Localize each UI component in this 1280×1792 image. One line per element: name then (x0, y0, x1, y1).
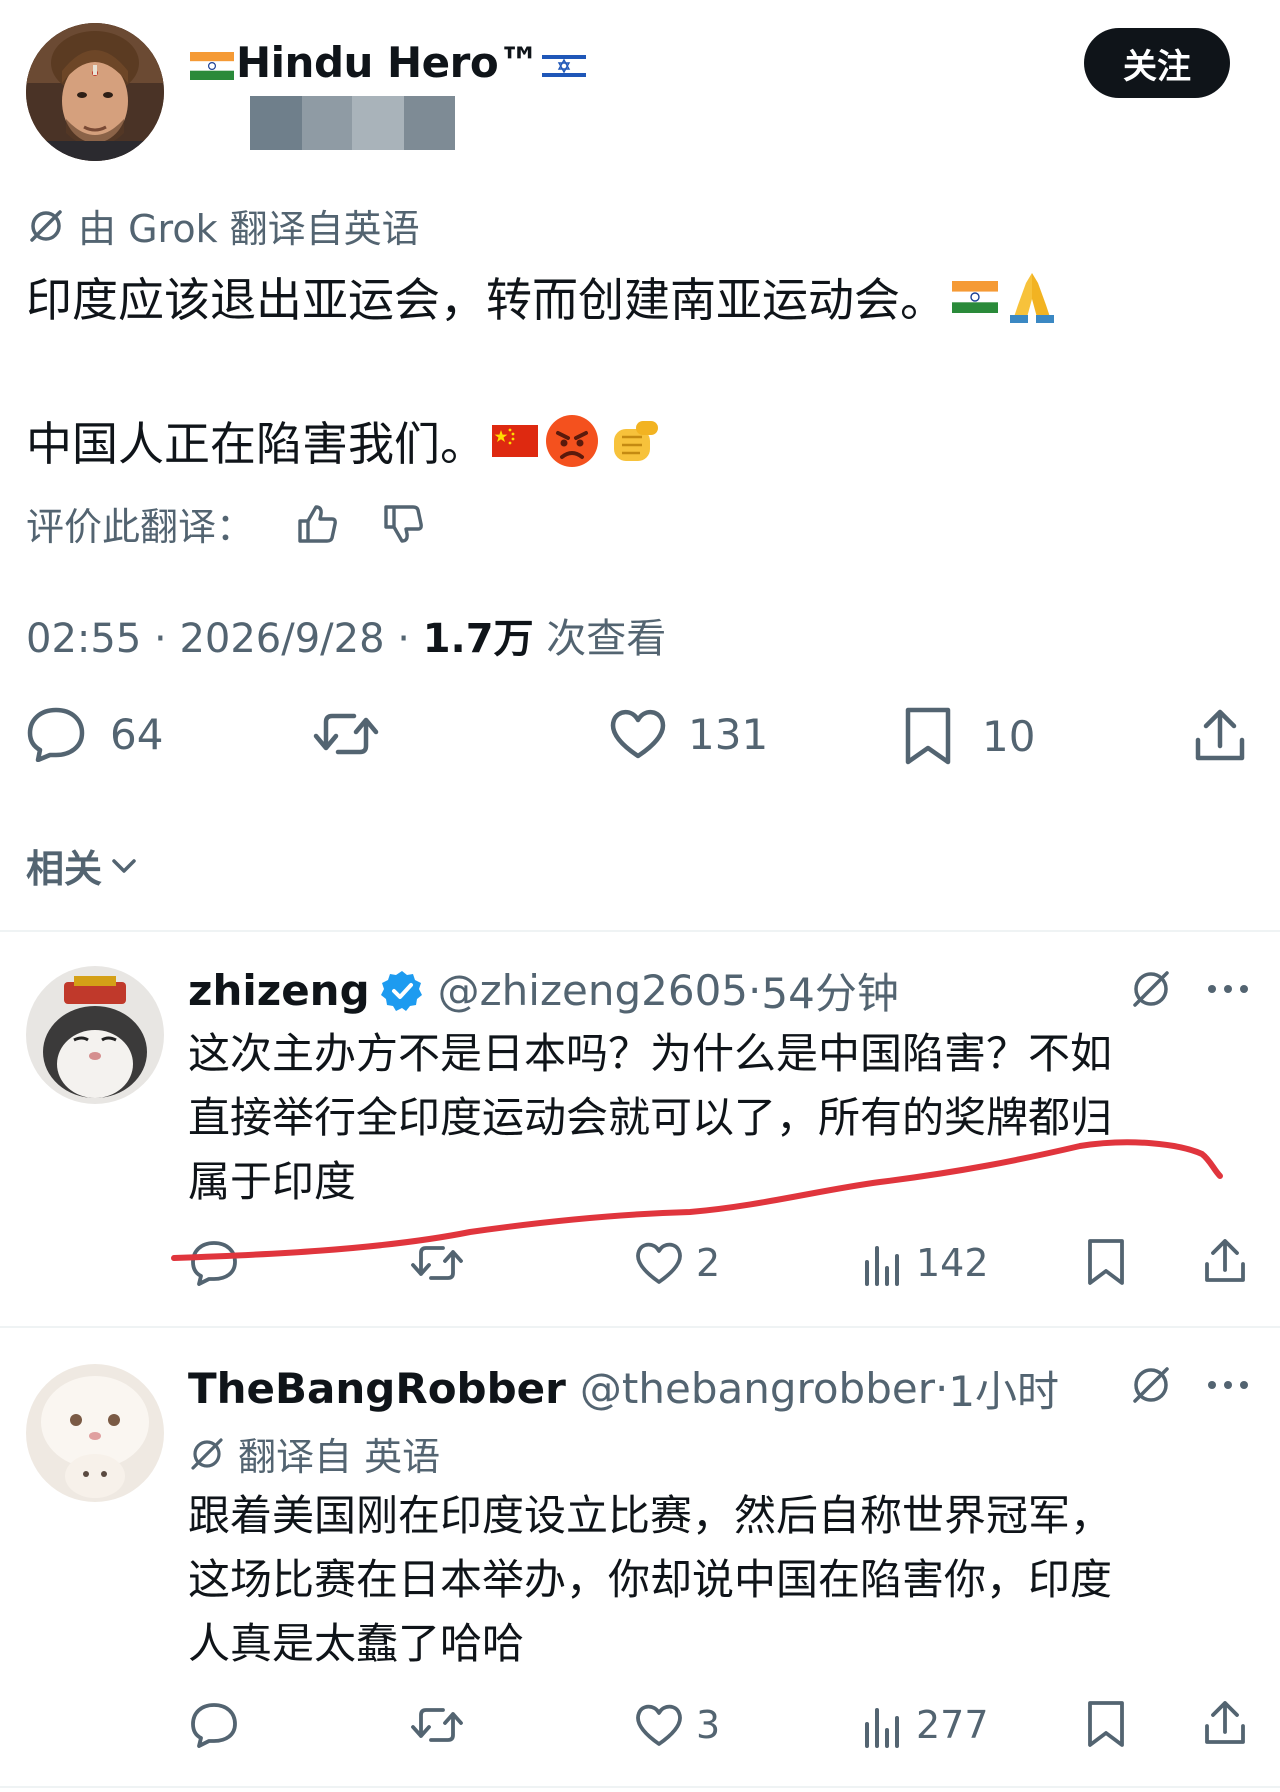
grok-icon (191, 1437, 223, 1470)
heart-icon (636, 1242, 682, 1284)
like-count: 2 (696, 1241, 721, 1285)
thumbs-down-icon[interactable] (380, 501, 426, 547)
like-count: 131 (688, 709, 769, 759)
reply-time[interactable]: 54分钟 (761, 960, 898, 1021)
follow-button[interactable]: 关注 (1084, 28, 1230, 98)
grok-icon (30, 209, 62, 242)
reply-text: 这次主办方不是日本吗？为什么是中国陷害？不如 直接举行全印度运动会就可以了，所有… (188, 1022, 1112, 1214)
share-button[interactable] (1192, 706, 1248, 766)
like-button[interactable]: 2 (634, 1240, 720, 1286)
reply-text-line: 属于印度 (188, 1157, 357, 1206)
reply-icon[interactable] (190, 1702, 238, 1748)
divider (0, 930, 1280, 932)
tweet-text-line: 印度应该退出亚运会，转而创建南亚运动会。 (26, 264, 1060, 330)
views-count: 142 (916, 1241, 989, 1285)
divider (0, 1786, 1280, 1788)
like-count: 3 (696, 1703, 721, 1747)
reply-handle[interactable]: @thebangrobber (580, 1364, 935, 1413)
translation-note[interactable]: 翻译自 英语 (188, 1426, 440, 1481)
reply-text-line: 跟着美国刚在印度设立比赛，然后自称世界冠军， (188, 1491, 1113, 1540)
israel-flag-icon (541, 51, 586, 80)
reply-avatar[interactable] (26, 966, 164, 1104)
reply-header: TheBangRobber @thebangrobber · 1小时 (188, 1358, 1059, 1419)
share-icon (1195, 709, 1245, 761)
verified-badge-icon (380, 970, 422, 1011)
like-button[interactable]: 3 (634, 1702, 720, 1748)
tweet-text-line: 中国人正在陷害我们。 (26, 408, 662, 474)
views-label: 次查看 (546, 616, 667, 662)
bookmark-icon[interactable] (1084, 1700, 1128, 1748)
rate-translation: 评价此翻译： (26, 496, 426, 551)
views-chart-icon (865, 1708, 899, 1748)
tweet-time[interactable]: 02:55 (26, 616, 141, 662)
views-button[interactable]: 277 (862, 1702, 989, 1748)
bookmark-icon[interactable] (1084, 1238, 1128, 1286)
retweet-button[interactable] (312, 706, 380, 762)
reply-icon (27, 707, 85, 762)
reply-avatar[interactable] (26, 1364, 164, 1502)
more-icon[interactable] (1206, 1372, 1250, 1398)
related-dropdown[interactable]: 相关 (26, 838, 140, 893)
reply-author-name[interactable]: zhizeng (188, 966, 370, 1015)
reply-button[interactable]: 64 (26, 706, 163, 762)
tweet-date[interactable]: 2026/9/28 (179, 616, 384, 662)
divider (0, 1326, 1280, 1328)
redacted-handle (250, 96, 455, 150)
retweet-icon (313, 713, 379, 755)
thumbs-up-icon[interactable] (294, 501, 340, 547)
tweet-meta: 02:55 · 2026/9/28 · 1.7万 次查看 (26, 616, 667, 662)
reply-text-line: 直接举行全印度运动会就可以了，所有的奖牌都归 (188, 1093, 1113, 1142)
reply-text-line: 人真是太蠢了哈哈 (188, 1619, 525, 1668)
chevron-down-icon (112, 858, 136, 873)
author-name[interactable]: Hindu Hero™ (188, 38, 588, 87)
bookmark-count: 10 (982, 711, 1036, 761)
views-button[interactable]: 142 (862, 1240, 989, 1286)
india-flag-icon (190, 51, 234, 80)
china-flag-icon (492, 425, 538, 457)
reply-text-line: 这次主办方不是日本吗？为什么是中国陷害？不如 (188, 1029, 1113, 1078)
reply-text-line: 这场比赛在日本举办，你却说中国在陷害你，印度 (188, 1555, 1113, 1604)
reply-text: 跟着美国刚在印度设立比赛，然后自称世界冠军， 这场比赛在日本举办，你却说中国在陷… (188, 1484, 1112, 1676)
bookmark-button[interactable]: 10 (900, 706, 1035, 766)
views-count: 1.7万 (422, 616, 534, 662)
like-button[interactable]: 131 (608, 706, 768, 762)
india-flag-icon (952, 281, 998, 313)
reply-header: zhizeng @zhizeng2605 · 54分钟 (188, 960, 899, 1021)
heart-icon (636, 1704, 682, 1746)
reply-icon[interactable] (190, 1240, 238, 1286)
reply-time[interactable]: 1小时 (948, 1358, 1059, 1419)
retweet-icon[interactable] (410, 1702, 464, 1748)
angry-face-icon (546, 415, 598, 467)
bookmark-icon (905, 707, 951, 765)
more-icon[interactable] (1206, 976, 1250, 1002)
reply-count: 64 (110, 709, 164, 759)
reply-author-name[interactable]: TheBangRobber (188, 1364, 566, 1413)
fist-pointing-icon (614, 421, 658, 461)
grok-icon[interactable] (1128, 966, 1174, 1012)
translation-note[interactable]: 由 Grok 翻译自英语 (26, 198, 420, 253)
heart-icon (610, 709, 666, 759)
reply-handle[interactable]: @zhizeng2605 (438, 966, 748, 1015)
share-icon[interactable] (1202, 1698, 1248, 1748)
views-chart-icon (865, 1246, 899, 1286)
share-icon[interactable] (1202, 1236, 1248, 1286)
views-count: 277 (916, 1703, 989, 1747)
author-avatar[interactable] (26, 23, 164, 161)
grok-icon[interactable] (1128, 1362, 1174, 1408)
folded-hands-icon (1010, 273, 1054, 323)
retweet-icon[interactable] (410, 1240, 464, 1286)
